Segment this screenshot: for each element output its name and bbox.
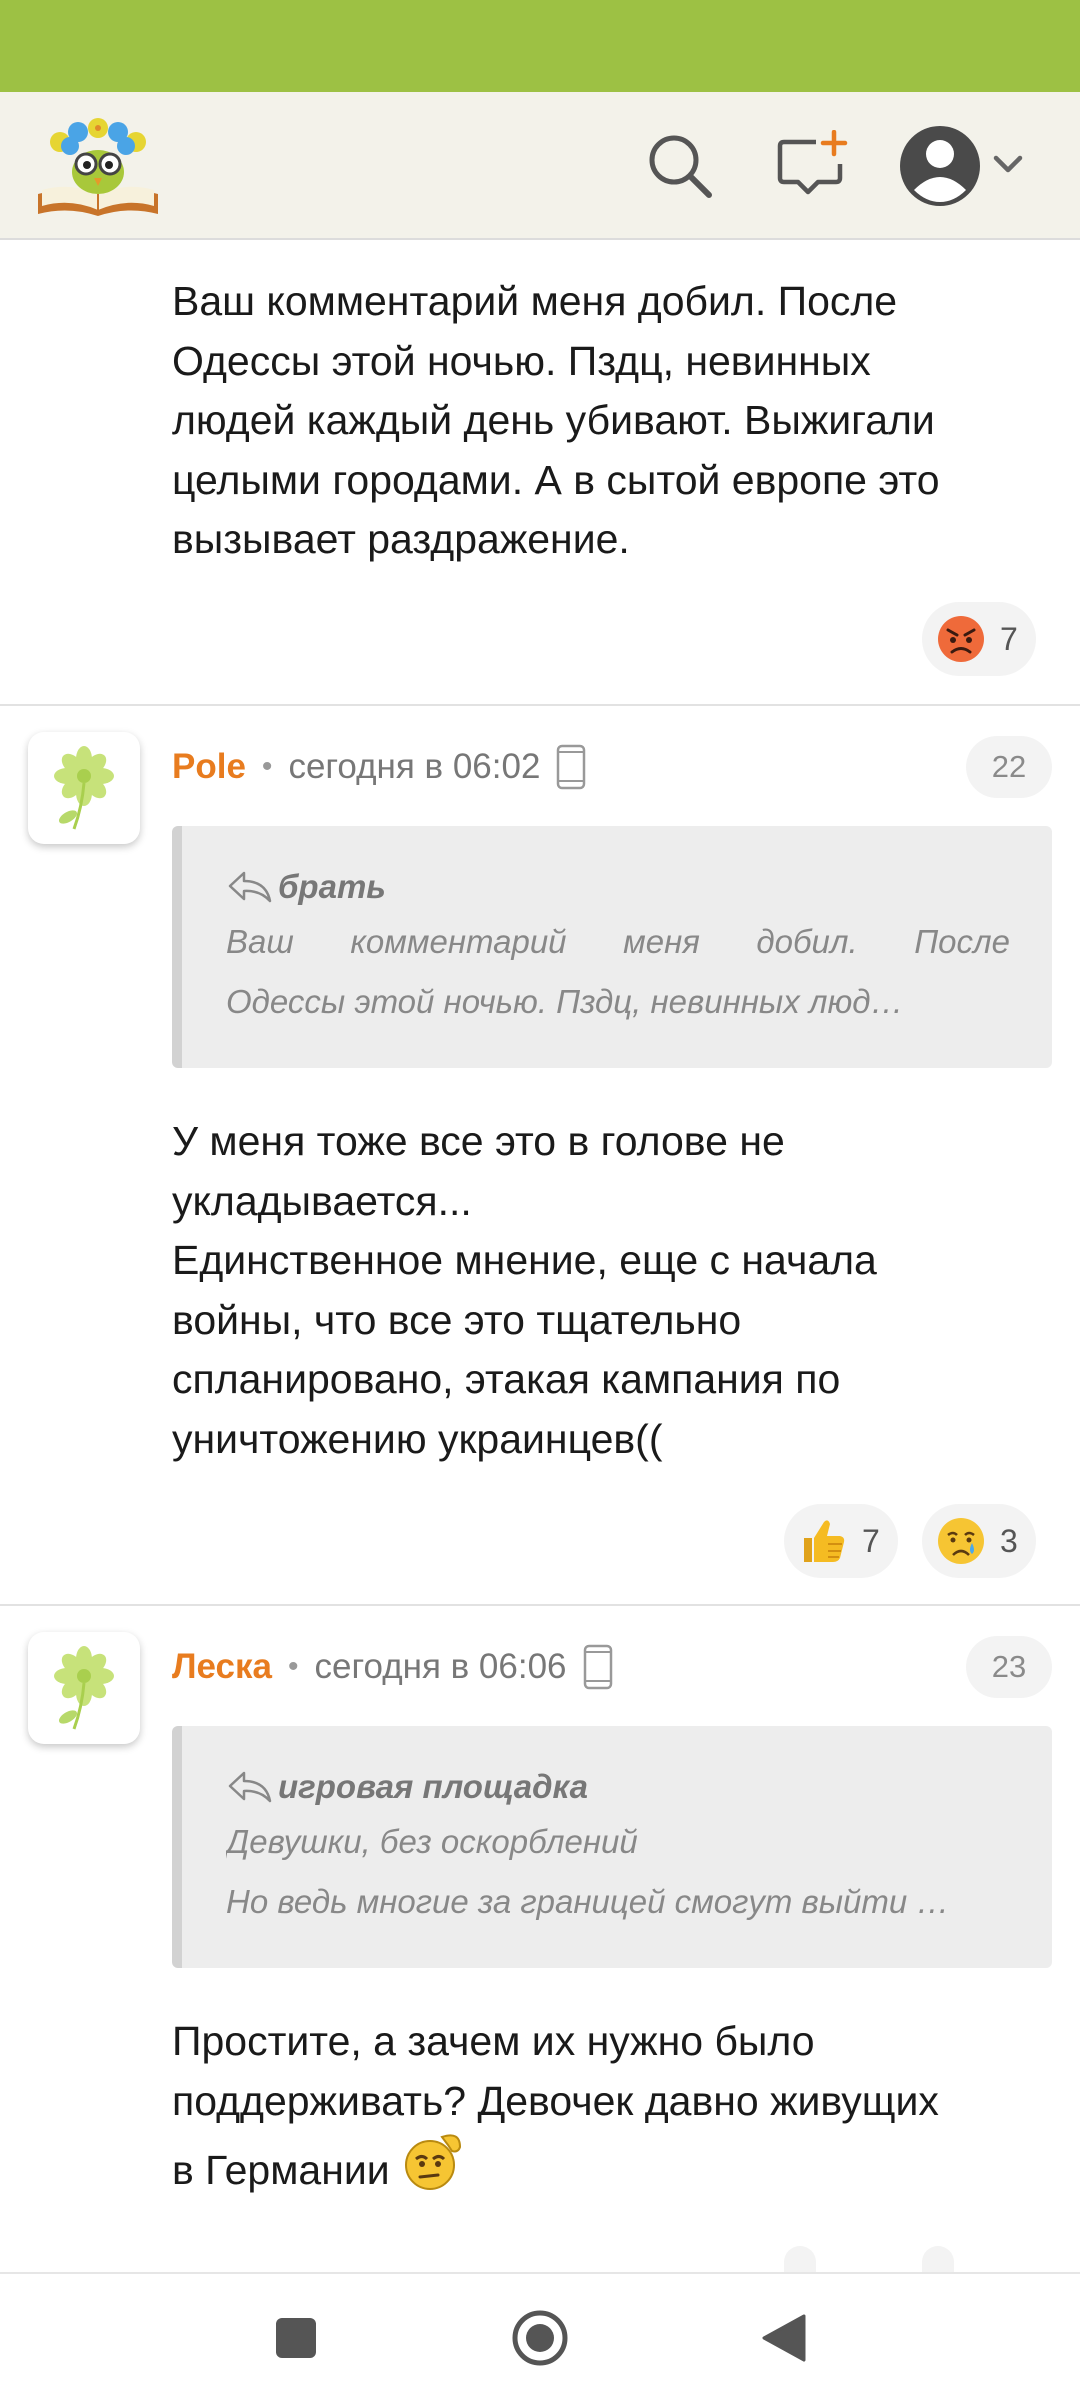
- reaction-count: 3: [1000, 1522, 1018, 1559]
- quote-word: После: [914, 923, 1010, 960]
- comment-line: войны, что все это тщательно: [172, 1296, 742, 1343]
- system-nav-bar: [0, 2272, 1080, 2400]
- comment-line: укладывается...: [172, 1177, 472, 1224]
- reply-arrow-icon: [228, 1771, 272, 1803]
- comment-line: уничтожению украинцев((: [172, 1415, 663, 1462]
- reaction-count: 7: [862, 1522, 880, 1559]
- user-avatar-icon: [900, 126, 980, 206]
- quote-header: игровая площадка: [226, 1762, 1010, 1812]
- comments-feed[interactable]: Ваш комментарий меня добил. После Одессы…: [0, 242, 1080, 2272]
- comment-time: сегодня в 06:06: [314, 1647, 567, 1686]
- circle-home-icon[interactable]: [500, 2298, 580, 2378]
- search-icon[interactable]: [634, 120, 726, 212]
- comment-meta: Леска • сегодня в 06:06: [172, 1642, 613, 1692]
- reaction-count: 7: [1000, 620, 1018, 657]
- new-message-icon[interactable]: [766, 120, 858, 212]
- comment-line: Простите, а зачем их нужно было: [172, 2018, 815, 2064]
- comment-time: сегодня в 06:02: [288, 747, 541, 786]
- comment-line: Ваш комментарий меня добил. После: [172, 278, 898, 324]
- crying-face-icon: [938, 1518, 984, 1564]
- comment-line: Единственное мнение, еще с начала: [172, 1237, 877, 1283]
- quote-word: Ваш: [226, 923, 294, 960]
- reply-arrow-icon: [228, 871, 272, 903]
- comment-number[interactable]: 23: [966, 1636, 1052, 1698]
- quoted-reply[interactable]: брать Ваш комментарий меня добил. После …: [172, 826, 1052, 1068]
- reaction-like[interactable]: 7: [784, 1504, 898, 1578]
- status-bar: [0, 0, 1080, 92]
- comment-line: поддерживать? Девочек давно живущих: [172, 2077, 939, 2124]
- quote-word: добил.: [756, 923, 858, 960]
- author-name[interactable]: Леска: [172, 1647, 272, 1687]
- reading-owl-logo-icon[interactable]: [34, 106, 162, 226]
- quoted-reply[interactable]: игровая площадка Девушки, без оскорблени…: [172, 1726, 1052, 1968]
- comment-divider: [0, 704, 1080, 706]
- triangle-back-icon[interactable]: [744, 2298, 824, 2378]
- avatar[interactable]: [28, 732, 140, 844]
- comment-divider: [0, 1604, 1080, 1606]
- separator-dot: •: [261, 750, 273, 783]
- quote-word: меня: [623, 923, 700, 960]
- quote-line: Одессы этой ночью. Пздц, невинных люд…: [226, 983, 904, 1020]
- quote-word: комментарий: [350, 923, 567, 960]
- comment-line: людей каждый день убивают. Выжигали: [172, 397, 935, 443]
- reaction-sad[interactable]: 3: [922, 1504, 1036, 1578]
- comment-text: Ваш комментарий меня добил. После Одессы…: [172, 272, 1052, 570]
- comment-number[interactable]: 22: [966, 736, 1052, 798]
- comment-line: У меня тоже все это в голове не: [172, 1118, 785, 1164]
- comment-line: вызывает раздражение.: [172, 516, 630, 562]
- avatar[interactable]: [28, 1632, 140, 1744]
- reaction-partial[interactable]: [784, 2246, 816, 2272]
- quote-line: Ваш комментарий меня добил. После: [226, 912, 1010, 972]
- profile-menu[interactable]: [894, 120, 1044, 212]
- quote-header: брать: [226, 862, 1010, 912]
- thinking-smiley-icon: [404, 2134, 461, 2190]
- thumbs-up-icon: [804, 1520, 845, 1562]
- quote-author: брать: [278, 868, 386, 905]
- angry-face-icon: [938, 616, 984, 662]
- square-recents-icon[interactable]: [256, 2298, 336, 2378]
- mobile-phone-icon: [583, 1644, 612, 1690]
- author-name[interactable]: Pole: [172, 747, 246, 787]
- chevron-down-icon: [993, 155, 1023, 173]
- reaction-angry[interactable]: 7: [922, 602, 1036, 676]
- reaction-partial[interactable]: [922, 2246, 954, 2272]
- comment-line-with-emoji: в Германии: [172, 2131, 1052, 2211]
- comment-line: целыми городами. А в сытой европе это: [172, 456, 940, 503]
- comment-text: У меня тоже все это в голове не укладыва…: [172, 1112, 1052, 1469]
- app-header: [0, 92, 1080, 240]
- comment-line: Одессы этой ночью. Пздц, невинных: [172, 337, 871, 384]
- mobile-phone-icon: [557, 744, 586, 790]
- separator-dot: •: [288, 1650, 299, 1683]
- quote-line: Но ведь многие за границей смогут выйти …: [226, 1883, 950, 1920]
- comment-line: спланировано, этакая кампания по: [172, 1356, 841, 1402]
- quote-line: Девушки, без оскорблений: [226, 1823, 638, 1860]
- comment-text: Простите, а зачем их нужно было поддержи…: [172, 2012, 1052, 2211]
- comment-line: в Германии: [172, 2147, 390, 2194]
- quote-author: игровая площадка: [278, 1768, 589, 1805]
- comment-meta: Pole • сегодня в 06:02: [172, 742, 586, 792]
